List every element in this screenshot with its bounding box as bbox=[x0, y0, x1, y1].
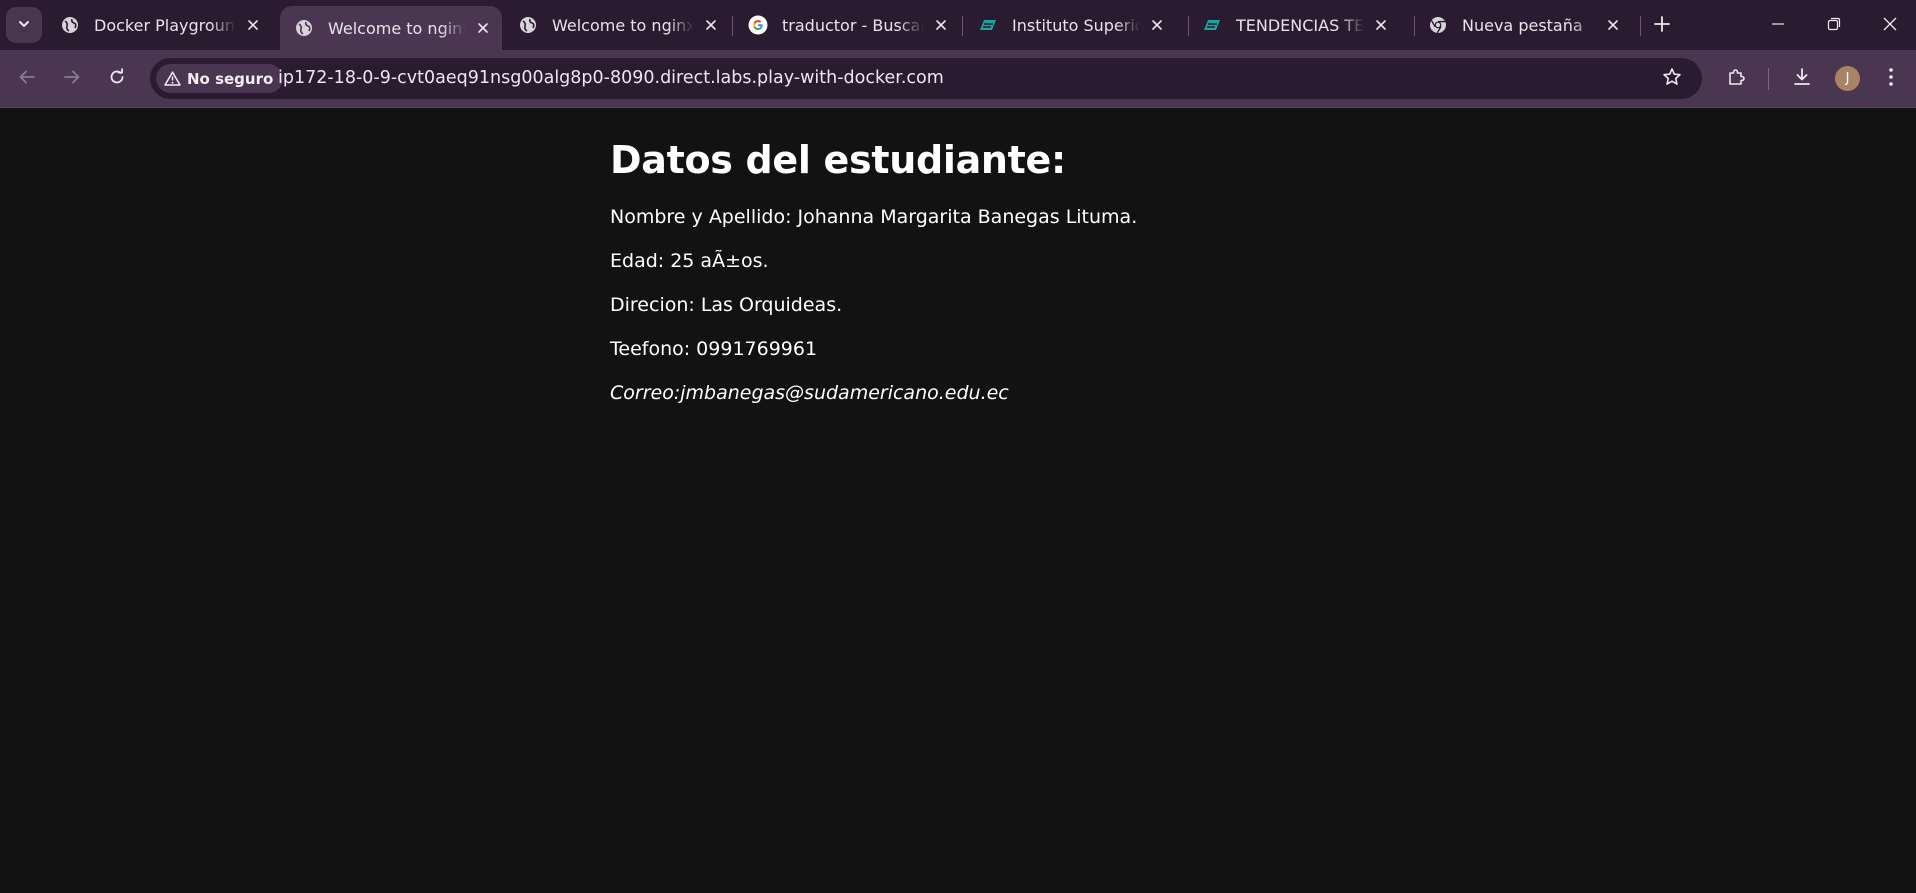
chevron-down-icon bbox=[17, 16, 31, 35]
tab-title: Welcome to nginx! bbox=[552, 15, 694, 35]
globe-icon bbox=[60, 15, 80, 35]
tab-title: Instituto Superior Tecnológico bbox=[1012, 15, 1140, 35]
extensions-button[interactable] bbox=[1719, 62, 1753, 96]
warning-icon bbox=[164, 71, 181, 86]
star-icon bbox=[1662, 67, 1682, 91]
tab-traductor-google[interactable]: traductor - Buscar con Google bbox=[734, 8, 960, 42]
google-icon bbox=[748, 15, 768, 35]
downloads-button[interactable] bbox=[1785, 62, 1819, 96]
page-content: Datos del estudiante: Nombre y Apellido:… bbox=[610, 108, 1510, 415]
close-window-button[interactable] bbox=[1862, 0, 1916, 50]
address-bar[interactable]: No seguro ip172-18-0-9-cvt0aeq91nsg00alg… bbox=[150, 58, 1702, 99]
tab-separator bbox=[732, 16, 733, 36]
student-email-line: Correo:jmbanegas@sudamericano.edu.ec bbox=[610, 382, 1009, 404]
toolbar-divider bbox=[1768, 68, 1769, 90]
close-tab-icon[interactable] bbox=[700, 14, 722, 36]
tab-title: Docker Playground bbox=[94, 15, 236, 35]
close-tab-icon[interactable] bbox=[1146, 14, 1168, 36]
browser-toolbar: No seguro ip172-18-0-9-cvt0aeq91nsg00alg… bbox=[0, 50, 1916, 108]
tab-title: Nueva pestaña bbox=[1462, 15, 1583, 35]
security-chip-label: No seguro bbox=[187, 69, 274, 88]
close-tab-icon[interactable] bbox=[1602, 14, 1624, 36]
arrow-right-icon bbox=[63, 68, 81, 90]
tab-title: TENDENCIAS TECNOLÓGICAS bbox=[1236, 15, 1364, 35]
reload-button[interactable] bbox=[100, 62, 134, 96]
new-tab-button[interactable] bbox=[1648, 12, 1676, 40]
close-tab-icon[interactable] bbox=[1370, 14, 1392, 36]
reload-icon bbox=[108, 68, 126, 90]
tab-title: traductor - Buscar con Google bbox=[782, 15, 924, 35]
institute-logo-icon bbox=[1202, 15, 1222, 35]
institute-logo-icon bbox=[978, 15, 998, 35]
arrow-left-icon bbox=[18, 68, 36, 90]
bookmark-star-button[interactable] bbox=[1658, 65, 1686, 93]
security-chip[interactable]: No seguro bbox=[156, 64, 284, 93]
kebab-menu-icon bbox=[1888, 67, 1894, 91]
puzzle-icon bbox=[1726, 67, 1746, 91]
globe-icon bbox=[294, 18, 314, 38]
minimize-icon bbox=[1771, 16, 1785, 35]
student-address-line: Direcion: Las Orquideas. bbox=[610, 294, 843, 316]
tab-docker-playground[interactable]: Docker Playground bbox=[46, 8, 272, 42]
close-tab-icon[interactable] bbox=[242, 14, 264, 36]
close-tab-icon[interactable] bbox=[930, 14, 952, 36]
forward-button[interactable] bbox=[55, 62, 89, 96]
tab-title: Welcome to nginx! bbox=[328, 18, 466, 38]
profile-avatar[interactable]: J bbox=[1835, 66, 1860, 91]
restore-icon bbox=[1827, 16, 1841, 35]
page-heading: Datos del estudiante: bbox=[610, 138, 1066, 182]
plus-icon bbox=[1654, 16, 1670, 36]
tab-welcome-nginx-active[interactable]: Welcome to nginx! bbox=[280, 6, 502, 50]
tab-search-button[interactable] bbox=[6, 7, 42, 43]
tab-nueva-pestana[interactable]: Nueva pestaña bbox=[1414, 8, 1632, 42]
url-text[interactable]: ip172-18-0-9-cvt0aeq91nsg00alg8p0-8090.d… bbox=[278, 58, 944, 99]
chrome-icon bbox=[1428, 15, 1448, 35]
close-icon bbox=[1883, 16, 1897, 35]
restore-window-button[interactable] bbox=[1806, 0, 1862, 50]
globe-icon bbox=[518, 15, 538, 35]
browser-menu-button[interactable] bbox=[1874, 62, 1908, 96]
student-name-line: Nombre y Apellido: Johanna Margarita Ban… bbox=[610, 206, 1138, 228]
tab-instituto-superior[interactable]: Instituto Superior Tecnológico bbox=[964, 8, 1176, 42]
minimize-window-button[interactable] bbox=[1750, 0, 1806, 50]
tab-separator bbox=[962, 16, 963, 36]
student-phone-line: Teefono: 0991769961 bbox=[610, 338, 818, 360]
download-icon bbox=[1792, 67, 1812, 91]
tab-welcome-nginx[interactable]: Welcome to nginx! bbox=[504, 8, 730, 42]
close-tab-icon[interactable] bbox=[472, 17, 494, 39]
tab-strip: Docker Playground Welcome to nginx! Welc… bbox=[0, 0, 1916, 50]
tab-tendencias-tecnologicas[interactable]: TENDENCIAS TECNOLÓGICAS bbox=[1188, 8, 1400, 42]
back-button[interactable] bbox=[10, 62, 44, 96]
student-age-line: Edad: 25 aÃ±os. bbox=[610, 250, 769, 272]
tab-separator bbox=[1640, 16, 1641, 36]
